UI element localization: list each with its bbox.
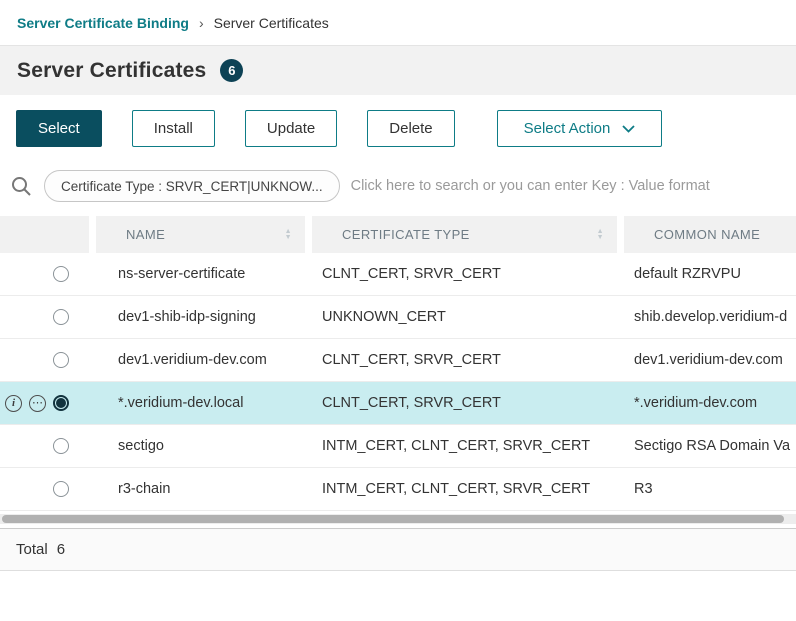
- breadcrumb-current: Server Certificates: [214, 15, 329, 31]
- cell-name: sectigo: [96, 438, 312, 454]
- ellipsis-icon[interactable]: ⋯: [29, 395, 46, 412]
- cell-common-name: default RZRVPU: [624, 266, 796, 282]
- page-title: Server Certificates: [17, 59, 206, 83]
- row-select-cell: i ⋯: [0, 438, 96, 455]
- breadcrumb-separator-icon: ›: [199, 15, 204, 31]
- sort-icon[interactable]: ▲ ▼: [285, 229, 292, 241]
- horizontal-scrollbar[interactable]: [0, 514, 796, 524]
- table-footer: Total 6: [0, 528, 796, 571]
- table-row[interactable]: i ⋯ ns-server-certificate CLNT_CERT, SRV…: [0, 253, 796, 296]
- table-header-row: NAME ▲ ▼ CERTIFICATE TYPE ▲ ▼ COMMON NAM…: [0, 216, 796, 253]
- table-row[interactable]: i ⋯ *.veridium-dev.local CLNT_CERT, SRVR…: [0, 382, 796, 425]
- row-actions: i ⋯: [5, 395, 46, 412]
- table-row[interactable]: i ⋯ sectigo INTM_CERT, CLNT_CERT, SRVR_C…: [0, 425, 796, 468]
- cell-common-name: *.veridium-dev.com: [624, 395, 796, 411]
- row-radio[interactable]: [53, 481, 69, 497]
- cell-certificate-type: INTM_CERT, CLNT_CERT, SRVR_CERT: [312, 481, 624, 497]
- horizontal-scrollbar-thumb[interactable]: [2, 515, 784, 523]
- install-button[interactable]: Install: [132, 110, 215, 147]
- cell-name: r3-chain: [96, 481, 312, 497]
- count-badge: 6: [220, 59, 243, 82]
- update-button[interactable]: Update: [245, 110, 337, 147]
- table-header-common-name[interactable]: COMMON NAME ▲ ▼: [624, 216, 796, 253]
- cell-name: dev1.veridium-dev.com: [96, 352, 312, 368]
- select-action-dropdown[interactable]: Select Action: [497, 110, 663, 147]
- sort-icon[interactable]: ▲ ▼: [597, 229, 604, 241]
- row-radio[interactable]: [53, 352, 69, 368]
- cell-certificate-type: CLNT_CERT, SRVR_CERT: [312, 395, 624, 411]
- cell-certificate-type: CLNT_CERT, SRVR_CERT: [312, 352, 624, 368]
- cell-common-name: Sectigo RSA Domain Va: [624, 438, 796, 454]
- row-radio[interactable]: [53, 266, 69, 282]
- table-header-name[interactable]: NAME ▲ ▼: [96, 216, 312, 253]
- cell-certificate-type: INTM_CERT, CLNT_CERT, SRVR_CERT: [312, 438, 624, 454]
- row-radio[interactable]: [53, 395, 69, 411]
- toolbar: Select Install Update Delete Select Acti…: [0, 95, 796, 160]
- cell-certificate-type: CLNT_CERT, SRVR_CERT: [312, 266, 624, 282]
- chevron-down-icon: [622, 125, 635, 133]
- cell-common-name: shib.develop.veridium-d: [624, 309, 796, 325]
- table-row[interactable]: i ⋯ r3-chain INTM_CERT, CLNT_CERT, SRVR_…: [0, 468, 796, 511]
- table-header-certificate-type[interactable]: CERTIFICATE TYPE ▲ ▼: [312, 216, 624, 253]
- breadcrumb: Server Certificate Binding › Server Cert…: [0, 0, 796, 46]
- cell-name: dev1-shib-idp-signing: [96, 309, 312, 325]
- table-body: i ⋯ ns-server-certificate CLNT_CERT, SRV…: [0, 253, 796, 511]
- certificates-table: NAME ▲ ▼ CERTIFICATE TYPE ▲ ▼ COMMON NAM…: [0, 216, 796, 511]
- row-select-cell: i ⋯: [0, 481, 96, 498]
- delete-button[interactable]: Delete: [367, 110, 454, 147]
- breadcrumb-link-server-certificate-binding[interactable]: Server Certificate Binding: [17, 15, 189, 31]
- title-band: Server Certificates 6: [0, 46, 796, 95]
- row-select-cell: i ⋯: [0, 395, 96, 412]
- table-row[interactable]: i ⋯ dev1.veridium-dev.com CLNT_CERT, SRV…: [0, 339, 796, 382]
- search-input[interactable]: Click here to search or you can enter Ke…: [351, 178, 710, 194]
- select-button[interactable]: Select: [16, 110, 102, 147]
- cell-name: ns-server-certificate: [96, 266, 312, 282]
- row-radio[interactable]: [53, 309, 69, 325]
- total-label: Total: [16, 541, 48, 558]
- info-icon[interactable]: i: [5, 395, 22, 412]
- row-select-cell: i ⋯: [0, 309, 96, 326]
- search-icon: [10, 175, 33, 198]
- filter-chip-certificate-type[interactable]: Certificate Type : SRVR_CERT|UNKNOW...: [44, 170, 340, 202]
- row-radio[interactable]: [53, 438, 69, 454]
- total-value: 6: [57, 541, 65, 558]
- table-row[interactable]: i ⋯ dev1-shib-idp-signing UNKNOWN_CERT s…: [0, 296, 796, 339]
- row-select-cell: i ⋯: [0, 266, 96, 283]
- table-header-select-column: [0, 216, 96, 253]
- server-certificates-page: Server Certificate Binding › Server Cert…: [0, 0, 796, 621]
- cell-name: *.veridium-dev.local: [96, 395, 312, 411]
- search-bar: Certificate Type : SRVR_CERT|UNKNOW... C…: [0, 160, 796, 216]
- cell-common-name: dev1.veridium-dev.com: [624, 352, 796, 368]
- row-select-cell: i ⋯: [0, 352, 96, 369]
- cell-certificate-type: UNKNOWN_CERT: [312, 309, 624, 325]
- cell-common-name: R3: [624, 481, 796, 497]
- select-action-label: Select Action: [524, 120, 611, 137]
